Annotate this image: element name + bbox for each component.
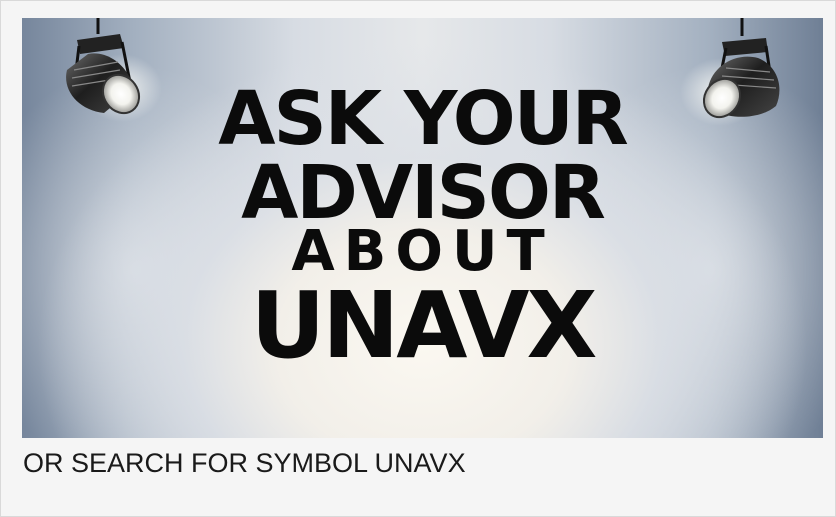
ad-card: ASK YOUR ADVISOR ABOUT UNAVX OR SEARCH F… bbox=[0, 0, 836, 517]
search-symbol-caption: OR SEARCH FOR SYMBOL UNAVX bbox=[23, 448, 466, 478]
headline-line-symbol: UNAVX bbox=[250, 272, 598, 379]
headline-line-ask-your: ASK YOUR bbox=[218, 76, 629, 162]
banner-image[interactable]: ASK YOUR ADVISOR ABOUT UNAVX bbox=[22, 18, 823, 438]
